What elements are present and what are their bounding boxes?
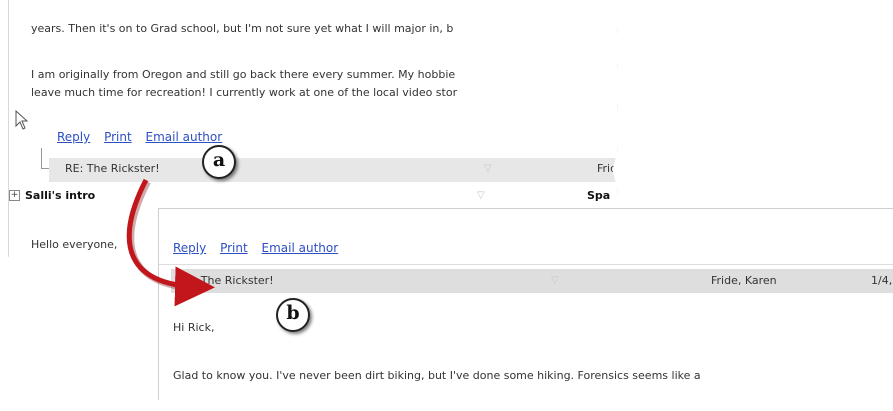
- callout-arrow: [126, 178, 215, 307]
- callout-marker-a: a: [202, 145, 236, 179]
- callout-marker-b: b: [276, 298, 310, 332]
